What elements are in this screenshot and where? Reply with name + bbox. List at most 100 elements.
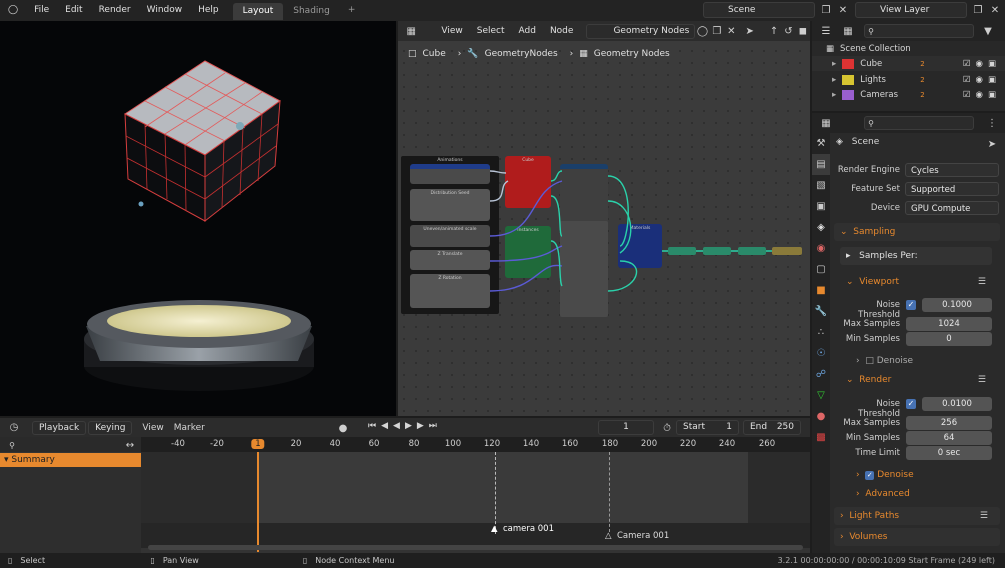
close-layer-icon[interactable]: ✕ [987,2,1003,18]
add-workspace-icon[interactable]: + [340,0,364,21]
menu-marker[interactable]: Marker [174,423,205,433]
particles-tab-icon[interactable]: ∴ [812,322,830,343]
render-min-field[interactable]: 64 [906,431,992,445]
outliner-scene-collection[interactable]: ▦ Scene Collection [812,41,1005,56]
outliner-item-cameras[interactable]: ▸ Cameras 2 ☑◉▣ [812,87,1005,102]
render-engine-dropdown[interactable]: Cycles [905,163,999,177]
current-frame-field[interactable]: 1 [598,420,654,435]
denoise-checkbox[interactable]: ✓ [865,471,875,480]
properties-editor-icon[interactable]: ▦ [818,115,834,131]
viewport-denoise-subpanel[interactable]: › □ Denoise [850,352,992,370]
mouse-middle-icon: ▯ [150,556,155,565]
menu-file[interactable]: File [26,0,57,21]
expand-arrow-icon[interactable]: ▸ [832,90,836,100]
playback-controls[interactable]: ⏮◀◀▶▶⏭ [368,421,442,431]
visibility-icons[interactable]: ☑◉▣ [963,59,1001,69]
close-icon[interactable]: ✕ [835,2,851,18]
menu-edit[interactable]: Edit [57,0,90,21]
viewport-subpanel-header[interactable]: ⌄ Viewport ☰ [840,273,992,291]
tab-shading[interactable]: Shading [283,3,340,20]
menu-playback[interactable]: Playback [32,420,87,435]
output-tab-icon[interactable]: ▧ [812,175,830,196]
material-tab-icon[interactable]: ● [812,406,830,427]
frame-ruler[interactable]: -40 -20 1 20 40 60 80 100 120 140 160 18… [141,437,810,452]
outliner-item-lights[interactable]: ▸ Lights 2 ☑◉▣ [812,72,1005,87]
properties-editor[interactable]: ▦ ⚲ ⋮ ⚒ ▤ ▧ ▣ ◈ ◉ ▢ ■ 🔧 ∴ ☉ ☍ ▽ ● ▩ ◈ Sc… [812,113,1005,553]
blender-logo-icon[interactable]: ◯ [0,0,26,21]
3d-viewport[interactable] [0,21,396,416]
timeline-editor-icon[interactable]: ◷ [6,420,22,436]
samples-per-subpanel[interactable]: ▸ Samples Per: [840,247,992,265]
timeline[interactable]: ◷ Playback Keying View Marker ● ⏮◀◀▶▶⏭ 1… [0,418,810,553]
expand-arrow-icon[interactable]: ▸ [832,75,836,85]
render-noise-checkbox[interactable]: ✓ [906,399,916,409]
outliner-item-cube[interactable]: ▸ Cube 2 ☑◉▣ [812,56,1005,71]
texture-tab-icon[interactable]: ▩ [812,427,830,448]
node-editor[interactable]: ▦ View Select Add Node Geometry Nodes ◯ … [398,21,810,416]
render-denoise-label: Denoise [877,470,914,480]
expand-arrow-icon[interactable]: ▸ [832,59,836,69]
viewport-min-field[interactable]: 0 [906,332,992,346]
world-tab-icon[interactable]: ◉ [812,238,830,259]
menu-window[interactable]: Window [139,0,191,21]
view-layer-tab-icon[interactable]: ▣ [812,196,830,217]
scene-tab-icon[interactable]: ◈ [812,217,830,238]
swap-icon[interactable]: ↔ [122,437,138,453]
viewport-noise-field[interactable]: 0.1000 [922,298,992,312]
end-frame-field[interactable]: End 250 [743,420,801,435]
device-dropdown[interactable]: GPU Compute [905,201,999,215]
menu-keying[interactable]: Keying [88,420,133,435]
start-frame-field[interactable]: Start 1 [676,420,739,435]
list-icon[interactable]: ☰ [978,371,986,389]
menu-view[interactable]: View [142,423,163,433]
collection-tab-icon[interactable]: ▢ [812,259,830,280]
render-subpanel-header[interactable]: ⌄ Render ☰ [840,371,992,389]
data-tab-icon[interactable]: ▽ [812,385,830,406]
sampling-panel-header[interactable]: ⌄ Sampling [834,223,1000,241]
display-mode-icon[interactable]: ▦ [840,23,856,39]
tab-layout[interactable]: Layout [232,3,284,20]
viewport-max-field[interactable]: 1024 [906,317,992,331]
view-layer-selector[interactable]: View Layer [855,2,967,18]
physics-tab-icon[interactable]: ☉ [812,343,830,364]
menu-render[interactable]: Render [91,0,139,21]
tool-tab-icon[interactable]: ⚒ [812,133,830,154]
copy-icon[interactable]: ❐ [818,2,834,18]
light-paths-panel-header[interactable]: › Light Paths ☰ [834,507,1000,525]
render-max-field[interactable]: 256 [906,416,992,430]
marker-camera-001-b[interactable]: △ Camera 001 [605,531,669,541]
render-tab-icon[interactable]: ▤ [812,154,830,175]
modifier-tab-icon[interactable]: 🔧 [812,301,830,322]
constraints-tab-icon[interactable]: ☍ [812,364,830,385]
options-icon[interactable]: ⋮ [984,115,1000,131]
playhead-line[interactable] [257,452,259,552]
horizontal-scrollbar[interactable] [148,545,803,550]
render-denoise-subpanel[interactable]: › ✓ Denoise [850,466,992,484]
summary-channel[interactable]: ▾ Summary [0,453,141,467]
list-icon[interactable]: ☰ [980,507,988,525]
volumes-panel-header[interactable]: › Volumes [834,528,1000,546]
list-icon[interactable]: ☰ [978,273,986,291]
time-limit-field[interactable]: 0 sec [906,446,992,460]
menu-help[interactable]: Help [190,0,227,21]
pin-icon[interactable]: ➤ [984,136,1000,152]
marker-camera-001[interactable]: ▲ camera 001 [491,524,554,534]
copy-layer-icon[interactable]: ❐ [970,2,986,18]
feature-set-dropdown[interactable]: Supported [905,182,999,196]
playhead-frame[interactable]: 1 [251,439,265,449]
outliner-search-input[interactable]: ⚲ [864,24,974,38]
render-noise-field[interactable]: 0.0100 [922,397,992,411]
visibility-icons[interactable]: ☑◉▣ [963,90,1001,100]
outliner-editor-icon[interactable]: ☰ [818,23,834,39]
advanced-subpanel[interactable]: › Advanced [850,485,992,503]
properties-search-input[interactable]: ⚲ [864,116,974,130]
filter-icon[interactable]: ▼ [980,23,996,39]
record-icon[interactable]: ● [335,420,351,436]
visibility-icons[interactable]: ☑◉▣ [963,75,1001,85]
channel-search[interactable]: ⚲ ↔ [0,437,141,452]
object-tab-icon[interactable]: ■ [812,280,830,301]
clock-icon[interactable]: ⏱ [659,420,675,436]
viewport-noise-checkbox[interactable]: ✓ [906,300,916,310]
scene-selector[interactable]: Scene [703,2,815,18]
outliner[interactable]: ☰ ▦ ⚲ ▼ ▦ Scene Collection ▸ Cube 2 ☑◉▣ … [812,21,1005,111]
